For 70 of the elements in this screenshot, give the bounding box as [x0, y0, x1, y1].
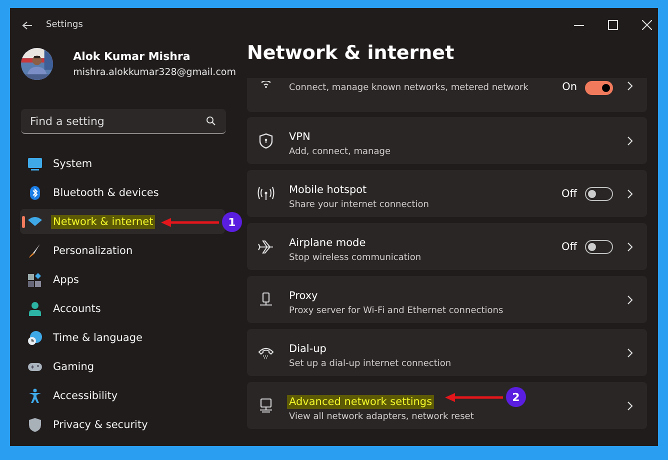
toggle-state: Off	[562, 240, 577, 252]
card-description: Proxy server for Wi-Fi and Ethernet connections	[289, 306, 504, 316]
sidebar-item[interactable]: Gaming	[20, 354, 225, 379]
chevron-icon	[627, 136, 633, 146]
toggle-switch[interactable]	[585, 186, 613, 200]
window-title: Settings	[46, 20, 83, 30]
bluetooth-icon	[27, 184, 43, 200]
chevron-icon	[627, 242, 633, 252]
sidebar-item[interactable]: Network & internet	[20, 209, 225, 234]
computer-icon	[257, 396, 275, 414]
card-title: VPN	[289, 130, 310, 142]
settings-card[interactable]: Connect, manage known networks, metered network On	[247, 78, 647, 112]
search-box[interactable]: Find a setting	[21, 109, 226, 134]
sidebar-item[interactable]: Apps	[20, 267, 225, 292]
settings-card[interactable]: Advanced network settings View all network adapters, network reset 2	[247, 382, 647, 429]
sidebar-item[interactable]: Time & language	[20, 325, 225, 350]
step-badge: 1	[222, 212, 242, 232]
card-description: Set up a dial-up internet connection	[289, 358, 452, 368]
person-icon	[27, 300, 43, 316]
sidebar-item[interactable]: Accounts	[20, 296, 225, 321]
chevron-icon	[627, 348, 633, 358]
search-field[interactable]: Find a setting	[30, 114, 206, 128]
card-title: Airplane mode	[289, 236, 366, 248]
sidebar-item[interactable]: Privacy & security	[20, 412, 225, 437]
account-name: Alok Kumar Mishra	[73, 50, 192, 63]
sidebar-item[interactable]: Personalization	[20, 238, 225, 263]
server-icon	[257, 290, 275, 308]
selection-indicator	[22, 216, 25, 228]
card-description: Share your internet connection	[289, 200, 430, 210]
card-description: Connect, manage known networks, metered network	[289, 83, 530, 93]
accessibility-icon	[27, 388, 43, 404]
settings-card[interactable]: Airplane mode Stop wireless communication Off	[247, 223, 647, 270]
toggle-switch[interactable]	[585, 81, 613, 95]
sidebar-item[interactable]: Accessibility	[20, 383, 225, 408]
arrow-icon	[161, 218, 219, 226]
shield-icon	[27, 416, 43, 432]
close-icon[interactable]	[642, 20, 652, 30]
airplane-icon	[257, 238, 275, 256]
settings-card[interactable]: Dial-up Set up a dial-up internet connection	[247, 329, 647, 376]
card-description: Add, connect, manage	[289, 146, 392, 156]
card-title: Mobile hotspot	[289, 184, 367, 196]
card-description: View all network adapters, network reset	[289, 412, 475, 422]
chevron-icon	[627, 294, 633, 304]
card-title: Proxy	[289, 290, 318, 302]
card-title: Advanced network settings	[287, 394, 434, 408]
maximize-icon[interactable]	[608, 20, 618, 30]
hotspot-icon	[257, 184, 275, 202]
shield-icon	[257, 132, 275, 150]
account-email: mishra.alokkumar328@gmail.com	[73, 67, 236, 78]
sidebar-item[interactable]: System	[20, 151, 225, 176]
card-title: Dial-up	[289, 342, 326, 354]
monitor-icon	[27, 156, 43, 172]
toggle-state: Off	[562, 188, 577, 200]
globe-clock-icon	[27, 330, 43, 346]
apps-icon	[27, 272, 43, 288]
chevron-icon	[627, 400, 633, 410]
toggle-state: On	[562, 81, 577, 93]
step-badge: 2	[506, 387, 526, 407]
search-icon	[206, 116, 216, 126]
toggle-switch[interactable]	[585, 240, 613, 254]
settings-card[interactable]: Proxy Proxy server for Wi-Fi and Ethernet connections	[247, 276, 647, 323]
chevron-icon	[627, 188, 633, 198]
arrow-icon	[445, 392, 503, 402]
card-description: Stop wireless communication	[289, 252, 422, 262]
sidebar-item[interactable]: Bluetooth & devices	[20, 180, 225, 205]
settings-card[interactable]: VPN Add, connect, manage	[247, 117, 647, 164]
back-arrow-icon[interactable]	[22, 20, 33, 30]
chevron-icon	[627, 81, 633, 91]
settings-card[interactable]: Mobile hotspot Share your internet connection Off	[247, 170, 647, 217]
page-title: Network & internet	[247, 41, 456, 66]
